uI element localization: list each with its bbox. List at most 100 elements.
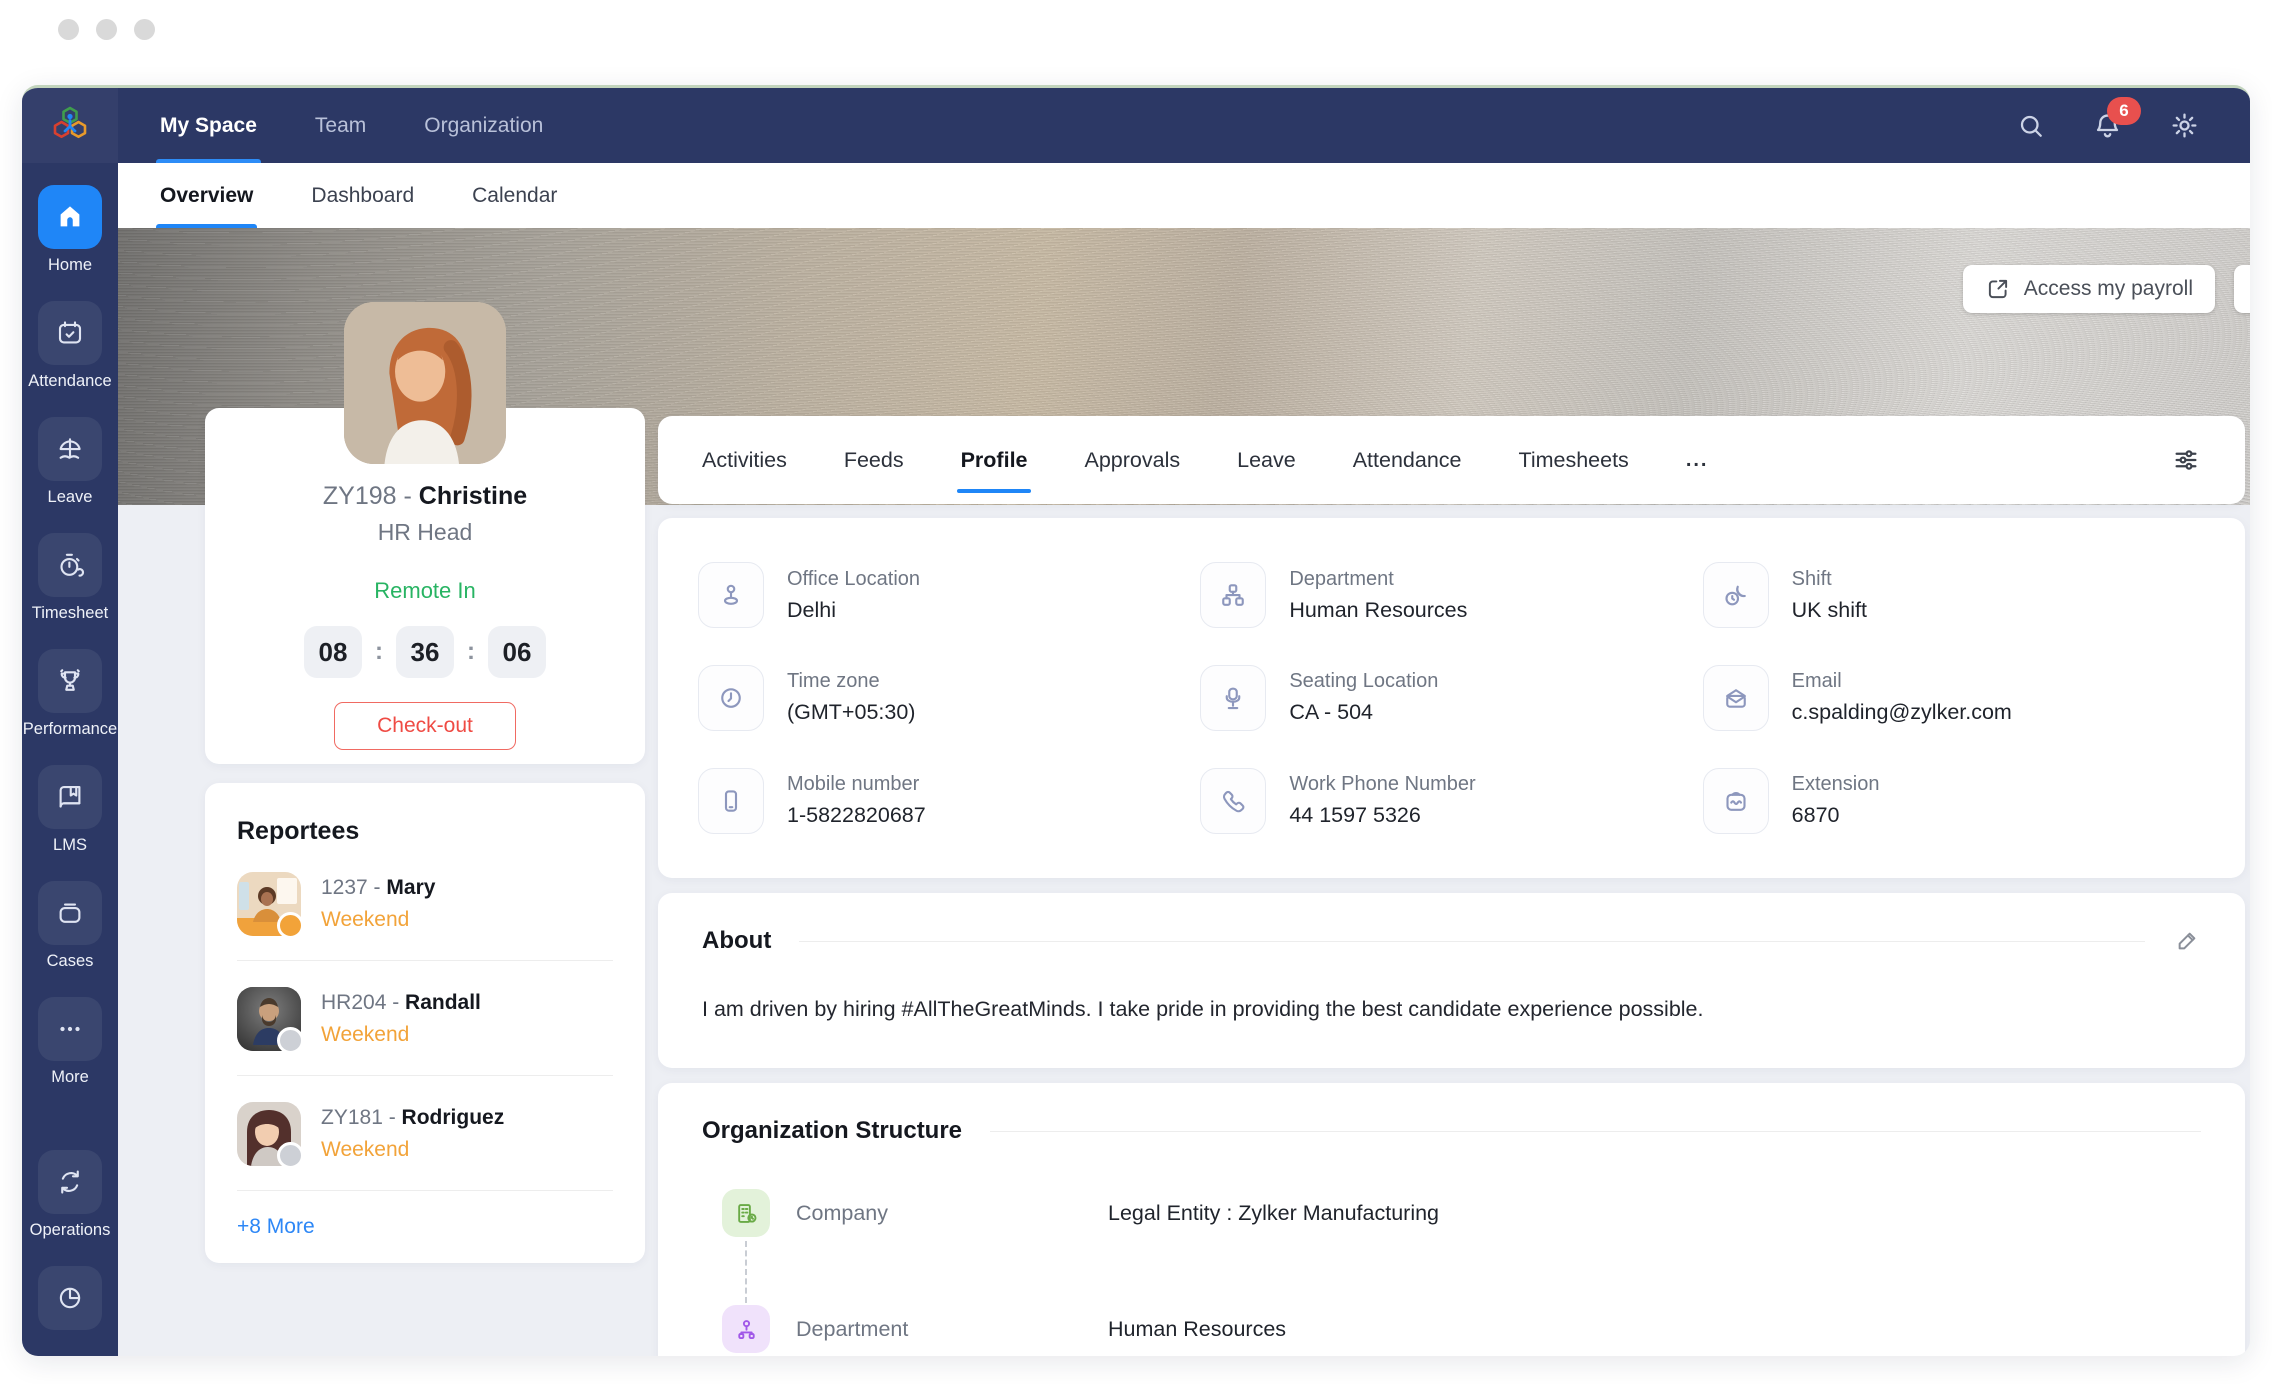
subnav-calendar[interactable]: Calendar [472,163,557,228]
primary-nav: My Space Team Organization [160,88,543,163]
field-label: Seating Location [1289,670,1438,693]
checkin-status: Remote In [205,578,645,604]
notifications-bell-icon[interactable]: 6 [2092,110,2123,141]
tab-timesheets[interactable]: Timesheets [1518,416,1628,504]
reportee-row-rodriguez[interactable]: ZY181 - Rodriguez Weekend [237,1102,613,1166]
envelope-icon [1703,665,1769,731]
reportee-name-line: 1237 - Mary [321,876,435,900]
sidebar-label-attendance: Attendance [28,372,111,391]
timesheet-stopwatch-icon [38,533,102,597]
sidebar-item-cases[interactable]: Cases [38,881,102,971]
access-payroll-button[interactable]: Access my payroll [1963,265,2215,313]
field-value: 6870 [1792,803,1880,828]
tabs-overflow-button[interactable]: ... [1686,449,1709,472]
presence-dot-gray [277,1027,304,1054]
reportee-row-mary[interactable]: 1237 - Mary Weekend [237,872,613,936]
sidebar-item-lms[interactable]: LMS [38,765,102,855]
cases-box-icon [38,881,102,945]
profile-tabs-card: Activities Feeds Profile Approvals Leave… [658,416,2245,504]
about-title: About [702,927,771,955]
reportee-row-randall[interactable]: HR204 - Randall Weekend [237,987,613,1051]
phone-handset-icon [1200,768,1266,834]
employee-avatar [344,302,506,464]
sidebar-item-attendance[interactable]: Attendance [28,301,111,391]
timer-minutes: 36 [396,626,454,678]
org-row-label: Department [796,1317,1108,1342]
tab-leave[interactable]: Leave [1237,416,1296,504]
filter-sliders-icon[interactable] [2171,445,2201,475]
left-sidebar: Home Attendance Leave T [22,163,118,1356]
subnav-dashboard[interactable]: Dashboard [311,163,414,228]
operations-sync-icon [38,1150,102,1214]
window-minimize-button[interactable] [96,19,117,40]
tab-approvals-label: Approvals [1085,448,1181,473]
tab-leave-label: Leave [1237,448,1296,473]
clock-icon [698,665,764,731]
field-shift: ShiftUK shift [1703,544,2205,647]
field-value: UK shift [1792,598,1867,623]
main-content: Overview Dashboard Calendar Access my pa… [118,163,2250,1356]
sidebar-label-lms: LMS [53,836,87,855]
sidebar-item-operations[interactable]: Operations [30,1150,111,1240]
department-node-icon [722,1305,770,1353]
app-logo[interactable] [22,88,118,163]
presence-dot-gray [277,1142,304,1169]
performance-trophy-icon [38,649,102,713]
reportee-separator: - [383,1106,402,1129]
field-label: Work Phone Number [1289,773,1475,796]
check-out-button[interactable]: Check-out [334,702,516,750]
tab-approvals[interactable]: Approvals [1085,416,1181,504]
nav-team[interactable]: Team [315,88,366,163]
gear-icon[interactable] [2169,110,2200,141]
shift-moon-icon [1703,562,1769,628]
search-icon[interactable] [2016,111,2046,141]
zoho-people-logo-icon [46,102,94,150]
sidebar-item-home[interactable]: Home [38,185,102,275]
employee-role: HR Head [205,519,645,546]
field-label: Mobile number [787,773,926,796]
subnav-dashboard-label: Dashboard [311,184,414,208]
sidebar-item-performance[interactable]: Performance [23,649,117,739]
sidebar-label-performance: Performance [23,720,117,739]
tab-profile[interactable]: Profile [961,416,1028,504]
nav-my-space[interactable]: My Space [160,88,257,163]
mobile-phone-icon [698,768,764,834]
about-card: About I am driven by hiring #AllTheGreat… [658,893,2245,1068]
field-value: CA - 504 [1289,700,1438,725]
subnav-overview[interactable]: Overview [160,163,253,228]
reportee-status: Weekend [321,908,435,932]
org-row-department: Department Human Resources [702,1305,2201,1353]
desk-chair-icon [1200,665,1266,731]
sidebar-item-reports[interactable] [38,1266,102,1330]
employee-summary-card: ZY198 - Christine HR Head Remote In 08 :… [205,408,645,764]
org-row-value: Legal Entity : Zylker Manufacturing [1108,1201,1439,1226]
divider [237,1075,613,1076]
tab-attendance[interactable]: Attendance [1353,416,1462,504]
sidebar-item-leave[interactable]: Leave [38,417,102,507]
org-row-company: Company Legal Entity : Zylker Manufactur… [702,1189,2201,1237]
sidebar-label-home: Home [48,256,92,275]
tab-timesheets-label: Timesheets [1518,448,1628,473]
location-pin-icon [698,562,764,628]
window-close-button[interactable] [58,19,79,40]
org-chart-icon [1200,562,1266,628]
navbar-actions: 6 [2016,88,2250,163]
field-extension: Extension6870 [1703,749,2205,852]
divider [237,1190,613,1191]
window-maximize-button[interactable] [134,19,155,40]
reportees-card: Reportees 1237 - Mary Weekend HR2 [205,783,645,1263]
divider [990,1131,2201,1132]
pie-chart-icon [38,1266,102,1330]
nav-organization[interactable]: Organization [424,88,543,163]
sidebar-item-more[interactable]: More [38,997,102,1087]
edit-pencil-icon[interactable] [2173,927,2201,955]
secondary-banner-button[interactable] [2234,265,2250,313]
reportees-more-link[interactable]: +8 More [237,1215,613,1239]
presence-dot-orange [277,912,304,939]
tab-activities[interactable]: Activities [702,416,787,504]
access-payroll-label: Access my payroll [2024,277,2193,301]
sidebar-item-timesheet[interactable]: Timesheet [32,533,108,623]
field-time-zone: Time zone(GMT+05:30) [698,647,1200,750]
tab-feeds[interactable]: Feeds [844,416,904,504]
employee-name-line: ZY198 - Christine [205,482,645,511]
